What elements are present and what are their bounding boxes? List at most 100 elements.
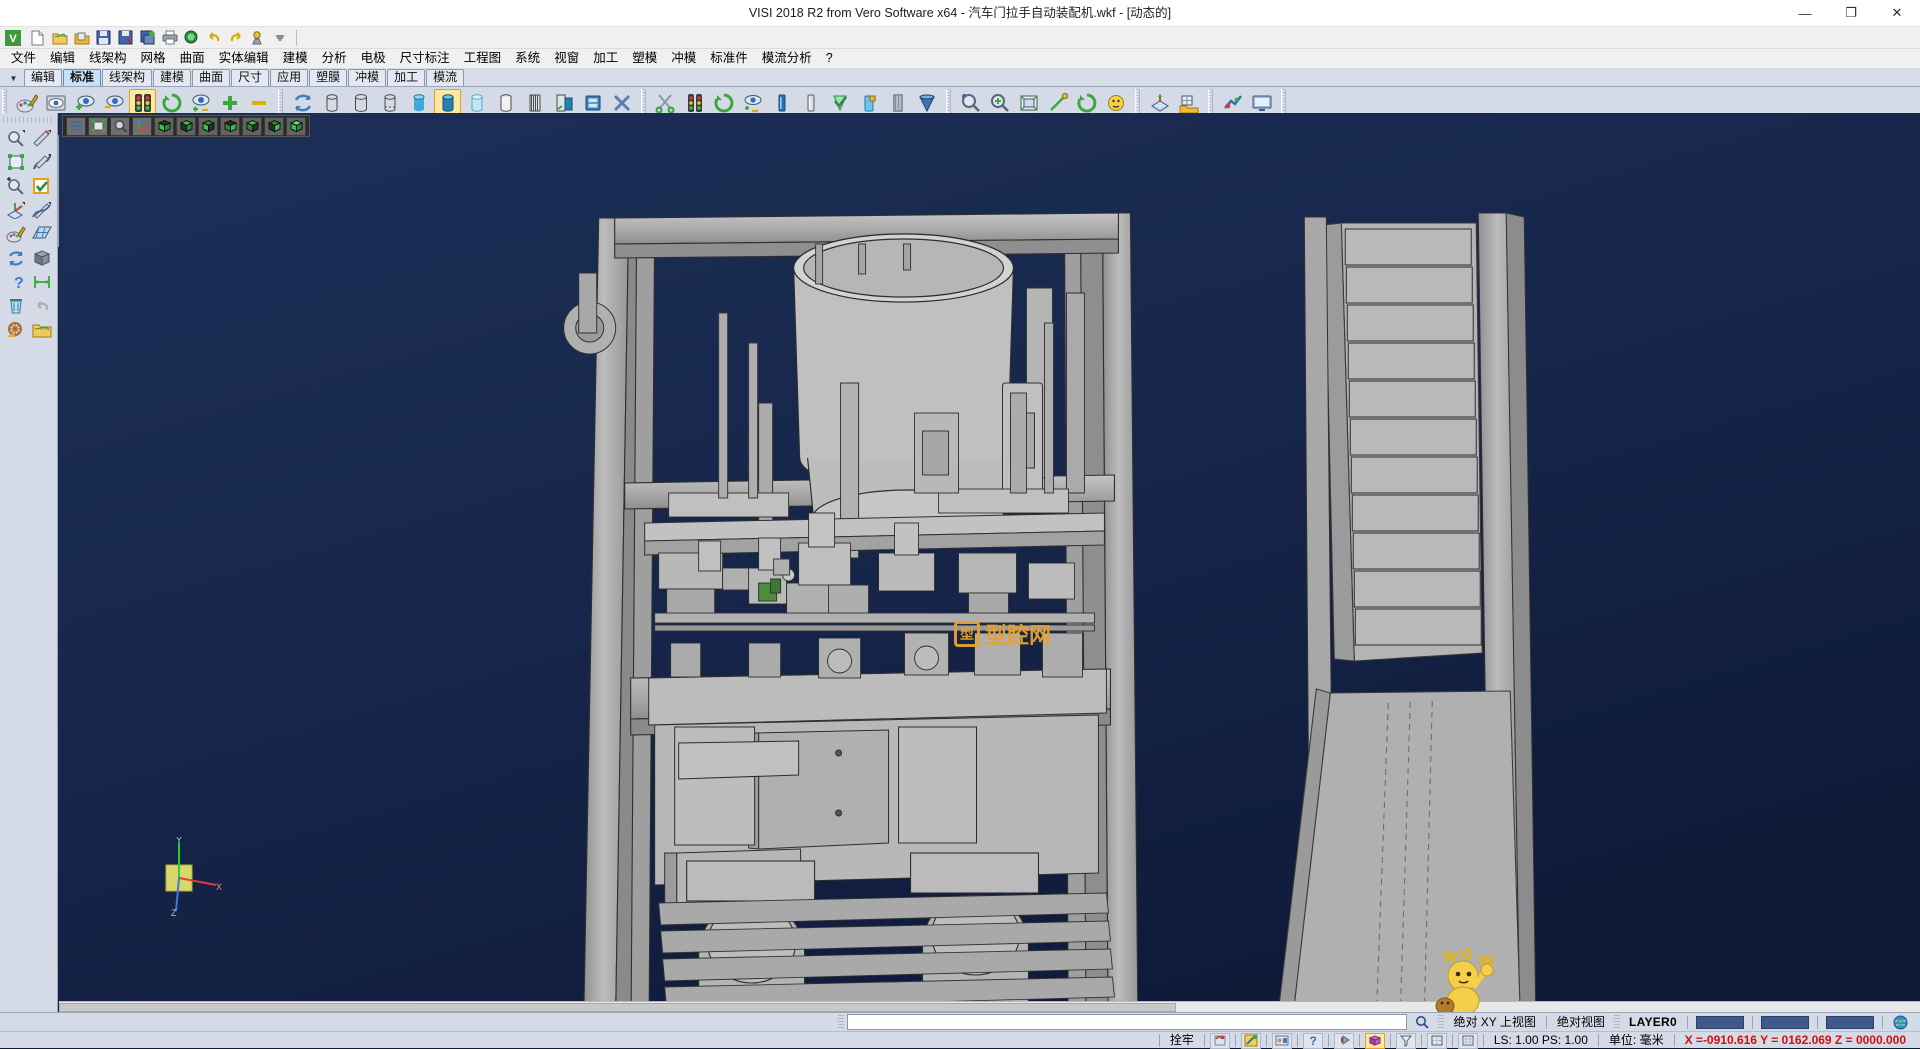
- open-file-icon[interactable]: [49, 28, 70, 48]
- print-icon[interactable]: [159, 28, 180, 48]
- search-icon[interactable]: [1409, 1014, 1435, 1031]
- status-field-1[interactable]: [1696, 1016, 1744, 1029]
- view-iso6-icon[interactable]: [264, 117, 284, 136]
- view-iso3-icon[interactable]: [198, 117, 218, 136]
- menu-item-system[interactable]: 系统: [508, 49, 547, 68]
- menu-item-edit[interactable]: 编辑: [43, 49, 82, 68]
- layer-gripper[interactable]: [1614, 1015, 1620, 1029]
- scissors-icon[interactable]: [652, 89, 679, 116]
- menu-item-dimension[interactable]: 尺寸标注: [393, 49, 457, 68]
- tab-standard[interactable]: 标准: [63, 69, 101, 86]
- status-plane-icon[interactable]: [1427, 1033, 1447, 1049]
- view-mode-label[interactable]: 绝对 XY 上视图: [1447, 1014, 1541, 1031]
- section-view-icon[interactable]: [521, 89, 548, 116]
- add-visible-icon[interactable]: [216, 89, 243, 116]
- left-toolbar-gripper[interactable]: [3, 117, 54, 123]
- status-filter-icon[interactable]: [1396, 1033, 1416, 1049]
- show-entities-icon[interactable]: [71, 89, 98, 116]
- menu-item-electrode[interactable]: 电极: [354, 49, 393, 68]
- view-iso4-icon[interactable]: [220, 117, 240, 136]
- layer-view-icon[interactable]: [42, 89, 69, 116]
- status-snap-icon[interactable]: [1334, 1033, 1354, 1049]
- wireframe-icon[interactable]: [318, 89, 345, 116]
- blue-solid-icon[interactable]: [768, 89, 795, 116]
- render-mode-icon[interactable]: [492, 89, 519, 116]
- dynamic-view-icon[interactable]: [1102, 89, 1129, 116]
- undo-icon[interactable]: [203, 28, 224, 48]
- view-iso5-icon[interactable]: [242, 117, 262, 136]
- canvas-horizontal-scrollbar[interactable]: [59, 1001, 1920, 1012]
- remove-visible-icon[interactable]: [245, 89, 272, 116]
- green-solid-icon[interactable]: [797, 89, 824, 116]
- zoom-in-icon[interactable]: [4, 175, 28, 197]
- check-solid-icon[interactable]: [826, 89, 853, 116]
- menu-item-mesh[interactable]: 网格: [134, 49, 173, 68]
- 3d-viewport[interactable]: Y X Z 型 型腔网 W O W: [59, 113, 1920, 1012]
- new-file-icon[interactable]: [27, 28, 48, 48]
- status-rotate-icon[interactable]: [1210, 1033, 1230, 1049]
- menu-item-solid-edit[interactable]: 实体编辑: [212, 49, 276, 68]
- view-axis-icon[interactable]: [132, 117, 152, 136]
- menu-item-die[interactable]: 冲模: [664, 49, 703, 68]
- cube-icon[interactable]: [30, 247, 54, 269]
- menu-item-modeling[interactable]: 建模: [276, 49, 315, 68]
- cone-icon[interactable]: [913, 89, 940, 116]
- shaded-edges-icon[interactable]: [434, 89, 461, 116]
- scrollbar-thumb[interactable]: [59, 1003, 1176, 1012]
- open-recent-icon[interactable]: [71, 28, 92, 48]
- toggle-visibility-icon[interactable]: [187, 89, 214, 116]
- hide-entities-icon[interactable]: [100, 89, 127, 116]
- view-mode-gripper[interactable]: [1438, 1015, 1444, 1029]
- redraw-icon[interactable]: [289, 89, 316, 116]
- lock-solid-icon[interactable]: [855, 89, 882, 116]
- refresh-icon[interactable]: [4, 247, 28, 269]
- system-settings-icon[interactable]: [1219, 89, 1246, 116]
- minimize-button[interactable]: —: [1782, 0, 1828, 27]
- command-input[interactable]: [847, 1014, 1407, 1030]
- tab-application[interactable]: 应用: [270, 69, 308, 86]
- no-clip-icon[interactable]: [608, 89, 635, 116]
- tab-mold[interactable]: 塑膜: [309, 69, 347, 86]
- check-box-icon[interactable]: [30, 175, 54, 197]
- save-as-icon[interactable]: [115, 28, 136, 48]
- view-shade-icon[interactable]: [88, 117, 108, 136]
- status-lights-icon[interactable]: [681, 89, 708, 116]
- tab-wireframe[interactable]: 线架构: [102, 69, 152, 86]
- menu-item-standard-parts[interactable]: 标准件: [703, 49, 755, 68]
- rotate-view-icon[interactable]: [1073, 89, 1100, 116]
- tab-edit[interactable]: 编辑: [24, 69, 62, 86]
- workplane-manager-icon[interactable]: [1175, 89, 1202, 116]
- hidden-line-icon[interactable]: [347, 89, 374, 116]
- tab-flow[interactable]: 模流: [426, 69, 464, 86]
- view-list-icon[interactable]: [66, 117, 86, 136]
- print-preview-icon[interactable]: [181, 28, 202, 48]
- palette-icon[interactable]: [4, 223, 28, 245]
- snap-label[interactable]: 拴牢: [1164, 1032, 1200, 1049]
- dimension-icon[interactable]: [30, 271, 54, 293]
- layer-label[interactable]: LAYER0: [1623, 1014, 1683, 1031]
- tab-die[interactable]: 冲模: [348, 69, 386, 86]
- settings-wheel-icon[interactable]: [4, 319, 28, 341]
- save-icon[interactable]: [93, 28, 114, 48]
- menu-item-flow-analysis[interactable]: 模流分析: [755, 49, 819, 68]
- pen-tool-icon[interactable]: [30, 199, 54, 221]
- clip-plane-icon[interactable]: [579, 89, 606, 116]
- absolute-view-label[interactable]: 绝对视图: [1551, 1014, 1611, 1031]
- open-folder-icon[interactable]: [30, 319, 54, 341]
- status-settings-icon[interactable]: [1272, 1033, 1292, 1049]
- dynamic-section-icon[interactable]: [550, 89, 577, 116]
- menu-item-mold[interactable]: 塑模: [625, 49, 664, 68]
- customize-dropdown-icon[interactable]: [269, 28, 290, 48]
- status-field-2[interactable]: [1761, 1016, 1809, 1029]
- tab-modeling[interactable]: 建模: [153, 69, 191, 86]
- properties-icon[interactable]: [247, 28, 268, 48]
- menu-item-file[interactable]: 文件: [4, 49, 43, 68]
- delete-icon[interactable]: [4, 295, 28, 317]
- shaded-icon[interactable]: [405, 89, 432, 116]
- view-iso1-icon[interactable]: [154, 117, 174, 136]
- status-help-icon[interactable]: ?: [1303, 1033, 1323, 1049]
- zoom-window-icon[interactable]: [957, 89, 984, 116]
- tab-dimension[interactable]: 尺寸: [231, 69, 269, 86]
- status-magic-icon[interactable]: [1241, 1033, 1261, 1049]
- menu-item-analysis[interactable]: 分析: [315, 49, 354, 68]
